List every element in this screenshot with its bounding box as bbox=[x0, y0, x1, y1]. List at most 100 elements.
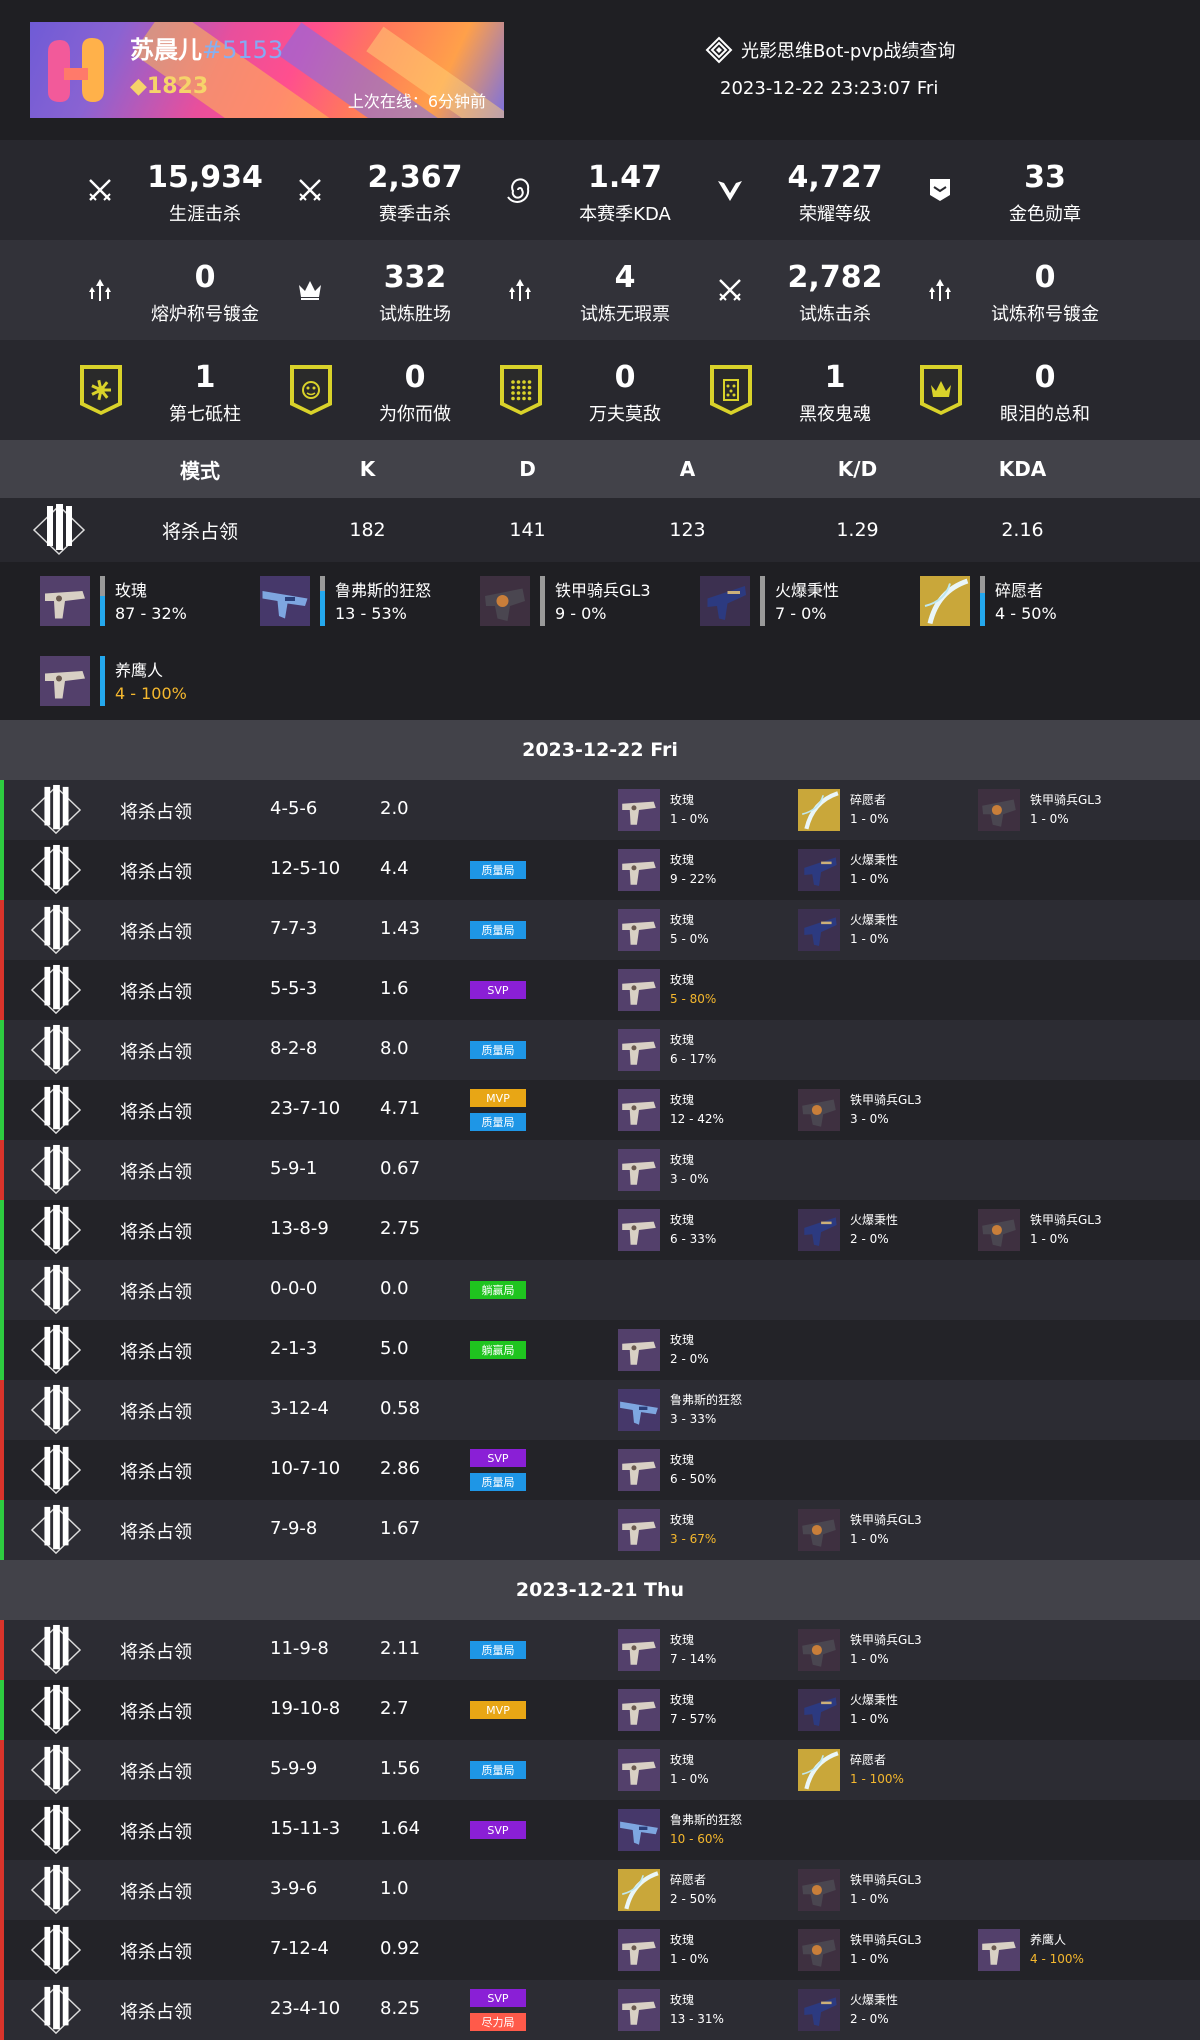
match-weapon[interactable]: 玫瑰 5 - 80% bbox=[618, 969, 788, 1011]
control-mode-icon bbox=[30, 844, 82, 896]
stat-label: 试炼无瑕票 bbox=[580, 304, 670, 325]
match-row[interactable]: 将杀占领 10-7-10 2.86 SVP 质量局 玫瑰 6 - 50% bbox=[0, 1440, 1200, 1500]
match-row[interactable]: 将杀占领 7-7-3 1.43 质量局 玫瑰 5 - 0% 火爆秉性 1 - 0% bbox=[0, 900, 1200, 960]
weapon-summary-item[interactable]: 玫瑰 87 - 32% bbox=[40, 576, 255, 628]
mode-table-row[interactable]: 将杀占领 182 141 123 1.29 2.16 bbox=[0, 498, 1200, 562]
match-weapon[interactable]: 铁甲骑兵GL3 1 - 0% bbox=[978, 1209, 1148, 1251]
stat-value: 1.47 bbox=[587, 160, 663, 195]
match-weapon[interactable]: 铁甲骑兵GL3 1 - 0% bbox=[798, 1509, 968, 1551]
match-row[interactable]: 将杀占领 5-9-9 1.56 质量局 玫瑰 1 - 0% 碎愿者 1 - 100% bbox=[0, 1740, 1200, 1800]
match-weapon[interactable]: 养鹰人 4 - 100% bbox=[978, 1929, 1148, 1971]
stat-stats_row2-4: 0 试炼称号镀金 bbox=[920, 240, 1130, 340]
match-weapon[interactable]: 玫瑰 3 - 67% bbox=[618, 1509, 788, 1551]
match-weapon[interactable]: 碎愿者 1 - 0% bbox=[798, 789, 968, 831]
match-weapon[interactable]: 碎愿者 1 - 100% bbox=[798, 1749, 968, 1791]
match-kda: 7-7-3 bbox=[270, 918, 318, 939]
weapon-summary-item[interactable]: 养鹰人 4 - 100% bbox=[40, 656, 255, 708]
stat-label: 试炼击杀 bbox=[799, 304, 871, 325]
match-weapon[interactable]: 玫瑰 1 - 0% bbox=[618, 1929, 788, 1971]
result-indicator-win bbox=[0, 780, 4, 840]
clan-emblem-icon bbox=[48, 38, 104, 102]
match-weapon[interactable]: 玫瑰 6 - 33% bbox=[618, 1209, 788, 1251]
weapon-name: 玫瑰 bbox=[670, 1633, 695, 1647]
match-row[interactable]: 将杀占领 5-9-1 0.67 玫瑰 3 - 0% bbox=[0, 1140, 1200, 1200]
match-row[interactable]: 将杀占领 4-5-6 2.0 玫瑰 1 - 0% 碎愿者 1 - 0% 铁甲骑兵GL3 1 - … bbox=[0, 780, 1200, 840]
match-weapon[interactable]: 鲁弗斯的狂怒 3 - 33% bbox=[618, 1389, 788, 1431]
match-weapon[interactable]: 铁甲骑兵GL3 1 - 0% bbox=[798, 1929, 968, 1971]
match-row[interactable]: 将杀占领 7-12-4 0.92 玫瑰 1 - 0% 铁甲骑兵GL3 1 - 0% 养鹰人 4 … bbox=[0, 1920, 1200, 1980]
match-row[interactable]: 将杀占领 15-11-3 1.64 SVP 鲁弗斯的狂怒 10 - 60% bbox=[0, 1800, 1200, 1860]
match-kda: 15-11-3 bbox=[270, 1818, 341, 1839]
match-weapon[interactable]: 铁甲骑兵GL3 1 - 0% bbox=[978, 789, 1148, 831]
weapon-kills-precision: 1 - 0% bbox=[670, 1772, 709, 1786]
match-row[interactable]: 将杀占领 23-7-10 4.71 MVP 质量局 玫瑰 12 - 42% 铁甲骑兵GL3 3 … bbox=[0, 1080, 1200, 1140]
match-weapon[interactable]: 火爆秉性 1 - 0% bbox=[798, 909, 968, 951]
match-row[interactable]: 将杀占领 19-10-8 2.7 MVP 玫瑰 7 - 57% 火爆秉性 1 - 0% bbox=[0, 1680, 1200, 1740]
weapon-kills-precision: 3 - 33% bbox=[670, 1412, 717, 1426]
weapon-name: 玫瑰 bbox=[115, 581, 148, 600]
match-row[interactable]: 将杀占领 3-9-6 1.0 碎愿者 2 - 50% 铁甲骑兵GL3 1 - 0% bbox=[0, 1860, 1200, 1920]
mode-name: 将杀占领 bbox=[161, 520, 238, 543]
match-row[interactable]: 将杀占领 13-8-9 2.75 玫瑰 6 - 33% 火爆秉性 2 - 0% 铁甲骑兵GL3… bbox=[0, 1200, 1200, 1260]
match-weapon[interactable]: 玫瑰 6 - 17% bbox=[618, 1029, 788, 1071]
match-weapon[interactable]: 玫瑰 6 - 50% bbox=[618, 1449, 788, 1491]
stat-value: 0 bbox=[614, 360, 636, 395]
stat-label: 赛季击杀 bbox=[379, 204, 451, 225]
precision-bar bbox=[980, 576, 985, 626]
weapon-summary-item[interactable]: 碎愿者 4 - 50% bbox=[920, 576, 1135, 628]
match-weapon[interactable]: 玫瑰 1 - 0% bbox=[618, 789, 788, 831]
match-weapon[interactable]: 玫瑰 2 - 0% bbox=[618, 1329, 788, 1371]
match-weapon[interactable]: 火爆秉性 1 - 0% bbox=[798, 1689, 968, 1731]
control-mode-icon bbox=[30, 1624, 82, 1676]
weapon-kills-precision: 4 - 100% bbox=[115, 684, 187, 703]
stat-stats_row3-1: 0 为你而做 bbox=[290, 340, 500, 440]
match-tag-badge: 尽力局 bbox=[470, 2013, 526, 2031]
match-weapon[interactable]: 铁甲骑兵GL3 3 - 0% bbox=[798, 1089, 968, 1131]
match-row[interactable]: 将杀占领 11-9-8 2.11 质量局 玫瑰 7 - 14% 铁甲骑兵GL3 1 - 0% bbox=[0, 1620, 1200, 1680]
match-row[interactable]: 将杀占领 0-0-0 0.0 躺赢局 bbox=[0, 1260, 1200, 1320]
player-tag: #5153 bbox=[202, 36, 284, 64]
weapon-name: 铁甲骑兵GL3 bbox=[1030, 1213, 1102, 1227]
match-kda: 23-7-10 bbox=[270, 1098, 341, 1119]
player-banner[interactable]: 苏晨儿#5153 ◆1823 上次在线：6分钟前 bbox=[30, 22, 504, 118]
match-weapon[interactable]: 玫瑰 7 - 14% bbox=[618, 1629, 788, 1671]
match-weapon[interactable]: 玫瑰 1 - 0% bbox=[618, 1749, 788, 1791]
result-indicator-win bbox=[0, 840, 4, 900]
weapon-thumbnail bbox=[40, 576, 90, 626]
match-weapon[interactable]: 火爆秉性 2 - 0% bbox=[798, 1209, 968, 1251]
match-row[interactable]: 将杀占领 8-2-8 8.0 质量局 玫瑰 6 - 17% bbox=[0, 1020, 1200, 1080]
match-row[interactable]: 将杀占领 2-1-3 5.0 躺赢局 玫瑰 2 - 0% bbox=[0, 1320, 1200, 1380]
weapon-name: 玫瑰 bbox=[670, 793, 695, 807]
match-row[interactable]: 将杀占领 12-5-10 4.4 质量局 玫瑰 9 - 22% 火爆秉性 1 - 0% bbox=[0, 840, 1200, 900]
match-weapon[interactable]: 玫瑰 13 - 31% bbox=[618, 1989, 788, 2031]
weapon-summary-item[interactable]: 火爆秉性 7 - 0% bbox=[700, 576, 915, 628]
weapon-usage-summary: 玫瑰 87 - 32% 鲁弗斯的狂怒 13 - 53% 铁甲骑兵GL3 9 - 0% 火爆秉… bbox=[0, 562, 1200, 720]
match-weapon[interactable]: 玫瑰 9 - 22% bbox=[618, 849, 788, 891]
match-row[interactable]: 将杀占领 7-9-8 1.67 玫瑰 3 - 67% 铁甲骑兵GL3 1 - 0% bbox=[0, 1500, 1200, 1560]
match-weapon[interactable]: 火爆秉性 1 - 0% bbox=[798, 849, 968, 891]
match-weapon[interactable]: 碎愿者 2 - 50% bbox=[618, 1869, 788, 1911]
control-mode-icon bbox=[30, 1864, 82, 1916]
match-row[interactable]: 将杀占领 5-5-3 1.6 SVP 玫瑰 5 - 80% bbox=[0, 960, 1200, 1020]
match-weapon[interactable]: 玫瑰 3 - 0% bbox=[618, 1149, 788, 1191]
weapon-thumbnail bbox=[618, 1869, 660, 1911]
match-row[interactable]: 将杀占领 3-12-4 0.58 鲁弗斯的狂怒 3 - 33% bbox=[0, 1380, 1200, 1440]
match-weapon[interactable]: 玫瑰 5 - 0% bbox=[618, 909, 788, 951]
weapon-kills-precision: 2 - 0% bbox=[850, 2012, 889, 2026]
match-weapon[interactable]: 铁甲骑兵GL3 1 - 0% bbox=[798, 1869, 968, 1911]
stat-label: 黑夜鬼魂 bbox=[799, 404, 871, 425]
weapon-summary-item[interactable]: 鲁弗斯的狂怒 13 - 53% bbox=[260, 576, 475, 628]
match-weapon[interactable]: 玫瑰 7 - 57% bbox=[618, 1689, 788, 1731]
match-weapon[interactable]: 玫瑰 12 - 42% bbox=[618, 1089, 788, 1131]
match-row[interactable]: 将杀占领 23-4-10 8.25 SVP 尽力局 玫瑰 13 - 31% 火爆秉性 2 - 0… bbox=[0, 1980, 1200, 2040]
match-weapon[interactable]: 鲁弗斯的狂怒 10 - 60% bbox=[618, 1809, 788, 1851]
weapon-summary-item[interactable]: 铁甲骑兵GL3 9 - 0% bbox=[480, 576, 695, 628]
weapon-thumbnail bbox=[798, 1929, 840, 1971]
power-icon: ◆ bbox=[130, 74, 147, 99]
match-weapon[interactable]: 火爆秉性 2 - 0% bbox=[798, 1989, 968, 2031]
mode-k: 182 bbox=[349, 519, 386, 541]
match-weapon[interactable]: 铁甲骑兵GL3 1 - 0% bbox=[798, 1629, 968, 1671]
weapon-name: 玫瑰 bbox=[670, 1033, 695, 1047]
weapon-thumbnail bbox=[798, 1749, 840, 1791]
weapon-name: 火爆秉性 bbox=[850, 913, 899, 927]
